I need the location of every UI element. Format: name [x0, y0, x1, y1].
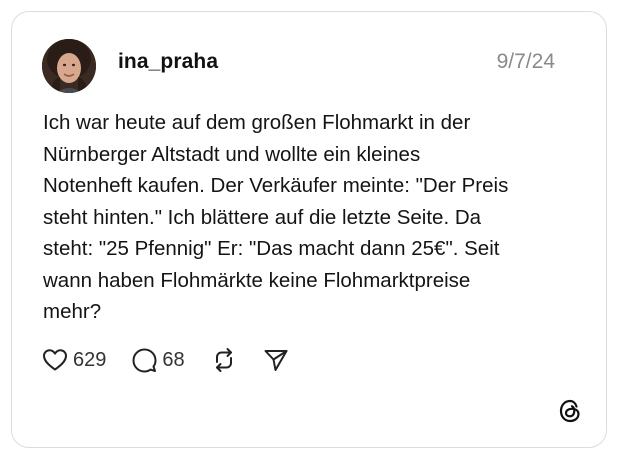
comment-icon	[132, 348, 157, 373]
post-card: ina_praha 9/7/24 Ich war heute auf dem g…	[11, 11, 607, 448]
action-bar: 629 68	[42, 346, 315, 374]
reply-button[interactable]: 68	[132, 348, 185, 373]
reply-count: 68	[162, 348, 185, 371]
share-button[interactable]	[263, 348, 289, 372]
username[interactable]: ina_praha	[118, 50, 218, 74]
like-button[interactable]: 629	[42, 348, 106, 372]
post-date: 9/7/24	[496, 50, 555, 73]
avatar[interactable]	[42, 39, 96, 93]
post-text: Ich war heute auf dem großen Flohmarkt i…	[43, 111, 509, 323]
threads-logo-icon	[557, 398, 583, 424]
heart-icon	[42, 348, 68, 372]
share-icon	[263, 348, 289, 372]
repost-icon	[211, 347, 237, 373]
repost-button[interactable]	[211, 347, 237, 373]
like-count: 629	[73, 348, 107, 371]
